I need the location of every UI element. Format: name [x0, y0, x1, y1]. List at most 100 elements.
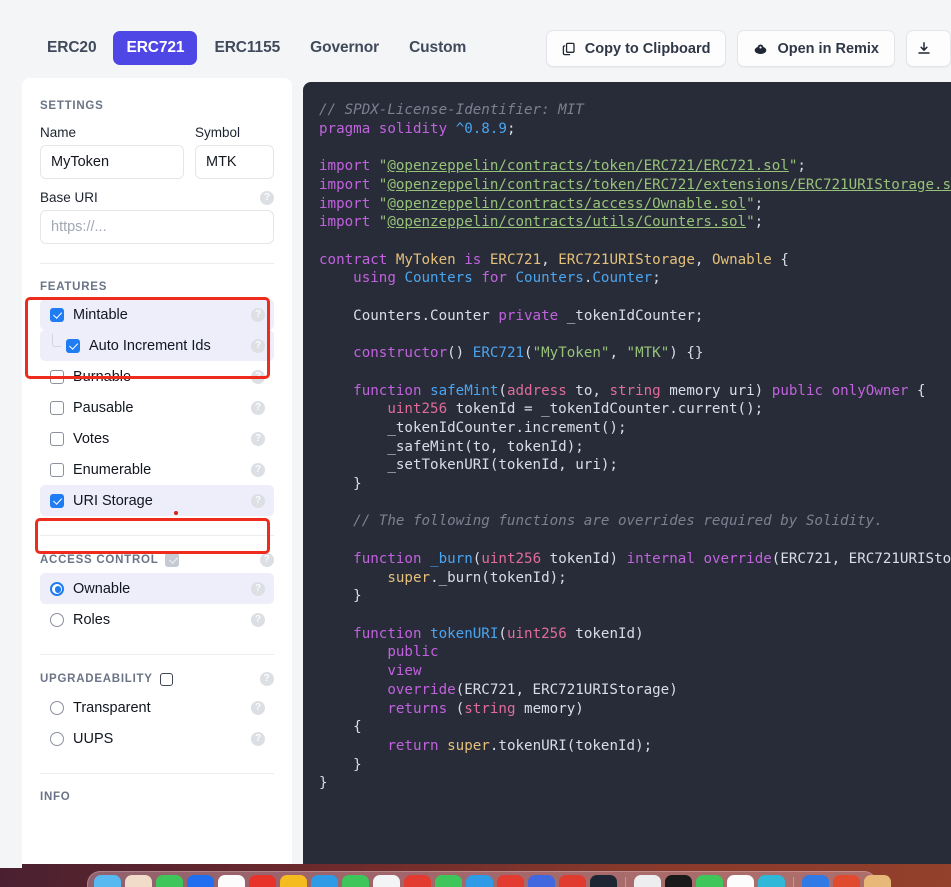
radio-transparent[interactable]	[50, 700, 64, 715]
open-in-remix-label: Open in Remix	[777, 40, 879, 57]
help-icon-enumerable[interactable]: ?	[251, 462, 265, 477]
feature-label: Pausable	[73, 399, 134, 416]
checkbox-auto-increment-ids[interactable]	[66, 338, 80, 353]
dock-app-icon[interactable]	[497, 875, 524, 887]
remix-icon	[753, 42, 768, 56]
dock-app-icon[interactable]	[727, 875, 754, 887]
feature-uri-storage[interactable]: URI Storage ?	[40, 485, 274, 516]
tab-erc20[interactable]: ERC20	[34, 31, 109, 65]
contract-type-tabs: ERC20 ERC721 ERC1155 Governor Custom	[34, 31, 479, 65]
checkbox-enumerable[interactable]	[50, 462, 64, 477]
app-window: ERC20 ERC721 ERC1155 Governor Custom Cop…	[0, 0, 951, 887]
open-in-remix-button[interactable]: Open in Remix	[737, 30, 895, 67]
base-uri-label: Base URI	[40, 190, 98, 205]
radio-uups[interactable]	[50, 731, 64, 746]
dock-app-icon[interactable]	[528, 875, 555, 887]
access-control-roles[interactable]: Roles ?	[40, 604, 274, 635]
name-label: Name	[40, 125, 77, 140]
dock-app-icon[interactable]	[249, 875, 276, 887]
toolbar-actions: Copy to Clipboard Open in Remix	[545, 30, 951, 67]
upgradeability-heading-row: UPGRADEABILITY ?	[40, 655, 274, 686]
dock-app-icon[interactable]	[559, 875, 586, 887]
dock-app-icon[interactable]	[665, 875, 692, 887]
checkbox-votes[interactable]	[50, 431, 64, 446]
dock-app-icon[interactable]	[311, 875, 338, 887]
checkbox-pausable[interactable]	[50, 400, 64, 415]
access-control-heading-row: ACCESS CONTROL ?	[40, 536, 274, 567]
radio-roles[interactable]	[50, 612, 64, 627]
dock-app-icon[interactable]	[218, 875, 245, 887]
base-uri-label-row: Base URI ?	[40, 190, 274, 205]
dock-app-icon[interactable]	[342, 875, 369, 887]
dock-app-icon[interactable]	[156, 875, 183, 887]
name-input[interactable]	[40, 145, 184, 179]
feature-pausable[interactable]: Pausable ?	[40, 392, 274, 423]
help-icon-mintable[interactable]: ?	[251, 307, 265, 322]
dock-separator	[793, 877, 794, 887]
help-icon-pausable[interactable]: ?	[251, 400, 265, 415]
dock-app-icon[interactable]	[373, 875, 400, 887]
feature-auto-increment-ids[interactable]: Auto Increment Ids ?	[40, 330, 274, 361]
radio-ownable[interactable]	[50, 581, 64, 596]
settings-heading: SETTINGS	[40, 100, 104, 112]
dock-app-icon[interactable]	[833, 875, 860, 887]
macos-dock[interactable]	[87, 871, 891, 887]
upgradeability-label: Transparent	[73, 699, 151, 716]
dock-app-icon[interactable]	[125, 875, 152, 887]
dock-app-icon[interactable]	[94, 875, 121, 887]
tab-erc1155[interactable]: ERC1155	[201, 31, 293, 65]
feature-votes[interactable]: Votes ?	[40, 423, 274, 454]
dock-app-icon[interactable]	[590, 875, 617, 887]
dock-app-icon[interactable]	[404, 875, 431, 887]
help-icon-transparent[interactable]: ?	[251, 700, 265, 715]
dock-app-icon[interactable]	[864, 875, 891, 887]
tab-custom[interactable]: Custom	[396, 31, 479, 65]
tab-erc721[interactable]: ERC721	[113, 31, 198, 65]
feature-mintable[interactable]: Mintable ?	[40, 299, 274, 330]
dock-app-icon[interactable]	[466, 875, 493, 887]
dock-app-icon[interactable]	[187, 875, 214, 887]
base-uri-field-group: Base URI ?	[40, 190, 274, 244]
upgradeability-label: UUPS	[73, 730, 114, 747]
symbol-field-group: Symbol	[195, 125, 274, 179]
top-toolbar: ERC20 ERC721 ERC1155 Governor Custom Cop…	[0, 0, 951, 78]
help-icon-uri-storage[interactable]: ?	[251, 493, 265, 508]
checkbox-upgradeability-toggle[interactable]	[159, 672, 173, 686]
help-icon-roles[interactable]: ?	[251, 612, 265, 627]
checkbox-burnable[interactable]	[50, 369, 64, 384]
help-icon-votes[interactable]: ?	[251, 431, 265, 446]
dock-app-icon[interactable]	[758, 875, 785, 887]
upgradeability-uups[interactable]: UUPS ?	[40, 723, 274, 754]
upgradeability-transparent[interactable]: Transparent ?	[40, 692, 274, 723]
dock-app-icon[interactable]	[634, 875, 661, 887]
features-heading: FEATURES	[40, 281, 108, 293]
copy-icon	[562, 42, 576, 56]
dock-app-icon[interactable]	[435, 875, 462, 887]
checkbox-mintable[interactable]	[50, 307, 64, 322]
feature-burnable[interactable]: Burnable ?	[40, 361, 274, 392]
dock-app-icon[interactable]	[802, 875, 829, 887]
help-icon-ownable[interactable]: ?	[251, 581, 265, 596]
annotation-dot	[174, 511, 178, 515]
help-icon-auto-increment-ids[interactable]: ?	[251, 338, 265, 353]
info-heading: INFO	[40, 791, 71, 803]
tab-governor[interactable]: Governor	[297, 31, 392, 65]
dock-app-icon[interactable]	[280, 875, 307, 887]
code-preview-panel[interactable]: // SPDX-License-Identifier: MIT pragma s…	[303, 82, 951, 868]
checkbox-uri-storage[interactable]	[50, 493, 64, 508]
help-icon-uups[interactable]: ?	[251, 731, 265, 746]
download-button[interactable]	[906, 30, 951, 67]
access-control-label: Ownable	[73, 580, 131, 597]
base-uri-input[interactable]	[40, 210, 274, 244]
help-icon-burnable[interactable]: ?	[251, 369, 265, 384]
feature-enumerable[interactable]: Enumerable ?	[40, 454, 274, 485]
help-icon-upgradeability[interactable]: ?	[260, 672, 274, 686]
copy-to-clipboard-button[interactable]: Copy to Clipboard	[545, 30, 727, 67]
help-icon-access-control[interactable]: ?	[260, 553, 274, 567]
symbol-input[interactable]	[195, 145, 274, 179]
checkbox-access-control-toggle[interactable]	[165, 553, 180, 567]
help-icon-base-uri[interactable]: ?	[260, 190, 274, 205]
name-field-group: Name	[40, 125, 184, 179]
access-control-ownable[interactable]: Ownable ?	[40, 573, 274, 604]
dock-app-icon[interactable]	[696, 875, 723, 887]
